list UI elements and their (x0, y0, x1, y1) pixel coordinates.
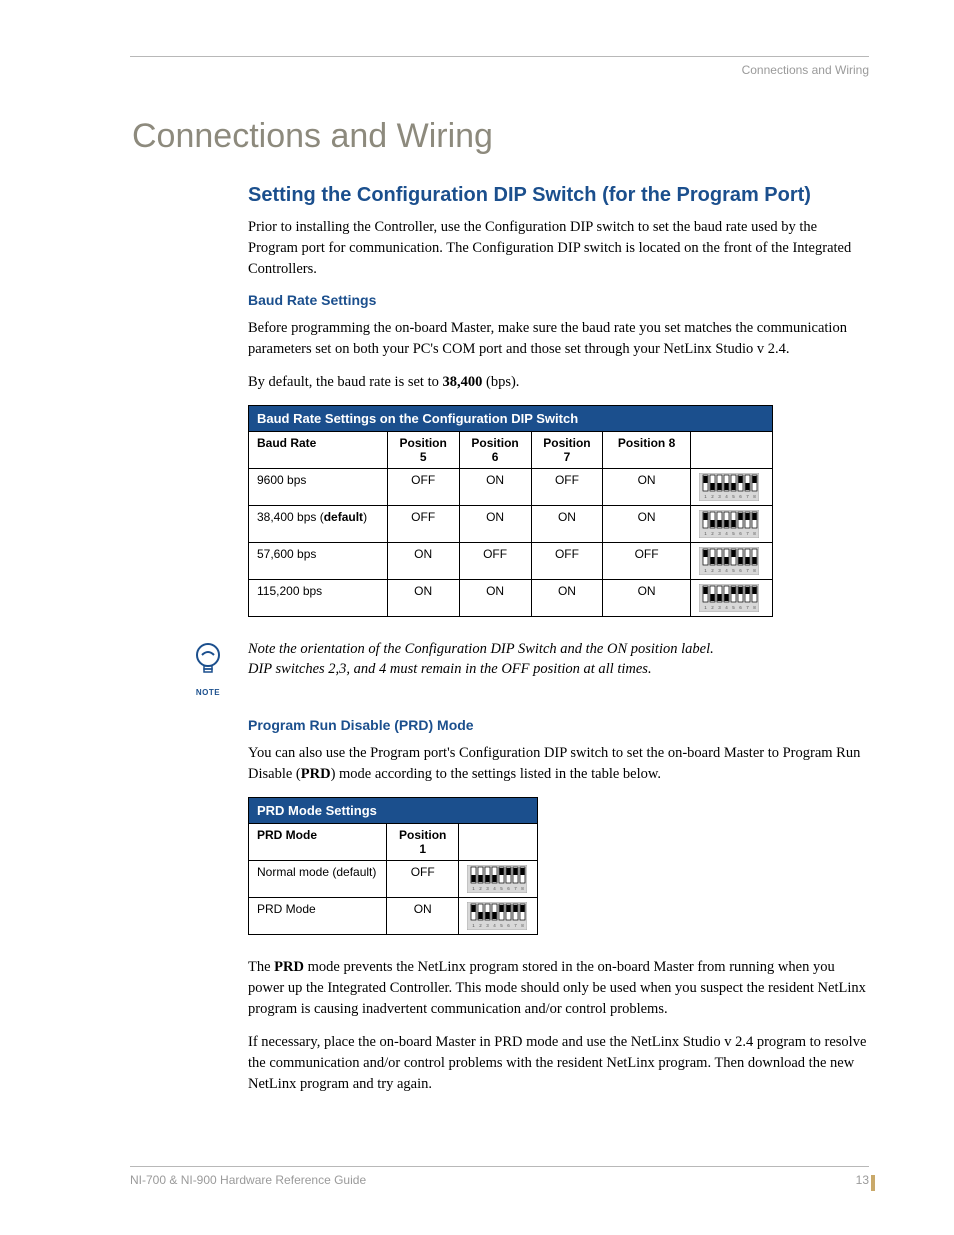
prd-paragraph-3: If necessary, place the on-board Master … (248, 1032, 869, 1095)
footer-left: NI-700 & NI-900 Hardware Reference Guide (130, 1173, 366, 1187)
footer-page-number: 13 (856, 1173, 869, 1187)
baud-rate-table: Baud Rate Settings on the Configuration … (248, 405, 773, 617)
note-block: NOTE Note the orientation of the Configu… (178, 639, 869, 697)
dip-switch-icon: 12345678 (690, 580, 772, 617)
note-line-2: DIP switches 2,3, and 4 must remain in t… (248, 659, 869, 679)
prd-paragraph-1: You can also use the Program port's Conf… (248, 743, 869, 785)
section-heading: Setting the Configuration DIP Switch (fo… (248, 184, 869, 207)
page-title: Connections and Wiring (132, 117, 869, 156)
lightbulb-icon (191, 641, 225, 681)
baud-paragraph-1: Before programming the on-board Master, … (248, 318, 869, 360)
subheading-baud: Baud Rate Settings (248, 292, 869, 308)
table-row: PRD ModeON 12345678 (249, 898, 538, 935)
table-row: 57,600 bpsONOFFOFFOFF 12345678 (249, 543, 773, 580)
table-row: 38,400 bps (default)OFFONONON 12345678 (249, 506, 773, 543)
intro-paragraph: Prior to installing the Controller, use … (248, 217, 869, 280)
note-label: NOTE (178, 688, 238, 697)
baud-paragraph-2: By default, the baud rate is set to 38,4… (248, 372, 869, 393)
table-header-row: PRD Mode Position 1 (249, 824, 538, 861)
table-header-row: Baud Rate Position 5 Position 6 Position… (249, 432, 773, 469)
table-title: Baud Rate Settings on the Configuration … (249, 406, 773, 432)
dip-switch-icon: 12345678 (690, 506, 772, 543)
table-title: PRD Mode Settings (249, 798, 538, 824)
table-row: 115,200 bpsONONONON 12345678 (249, 580, 773, 617)
subheading-prd: Program Run Disable (PRD) Mode (248, 717, 869, 733)
dip-switch-icon: 12345678 (459, 898, 538, 935)
prd-paragraph-2: The PRD mode prevents the NetLinx progra… (248, 957, 869, 1020)
table-row: Normal mode (default)OFF 12345678 (249, 861, 538, 898)
table-row: 9600 bpsOFFONOFFON 12345678 (249, 469, 773, 506)
dip-switch-icon: 12345678 (690, 469, 772, 506)
header-section: Connections and Wiring (130, 63, 869, 77)
dip-switch-icon: 12345678 (459, 861, 538, 898)
prd-mode-table: PRD Mode Settings PRD Mode Position 1 No… (248, 797, 538, 935)
note-line-1: Note the orientation of the Configuratio… (248, 639, 869, 659)
dip-switch-icon: 12345678 (690, 543, 772, 580)
footer-accent-bar (871, 1175, 875, 1191)
